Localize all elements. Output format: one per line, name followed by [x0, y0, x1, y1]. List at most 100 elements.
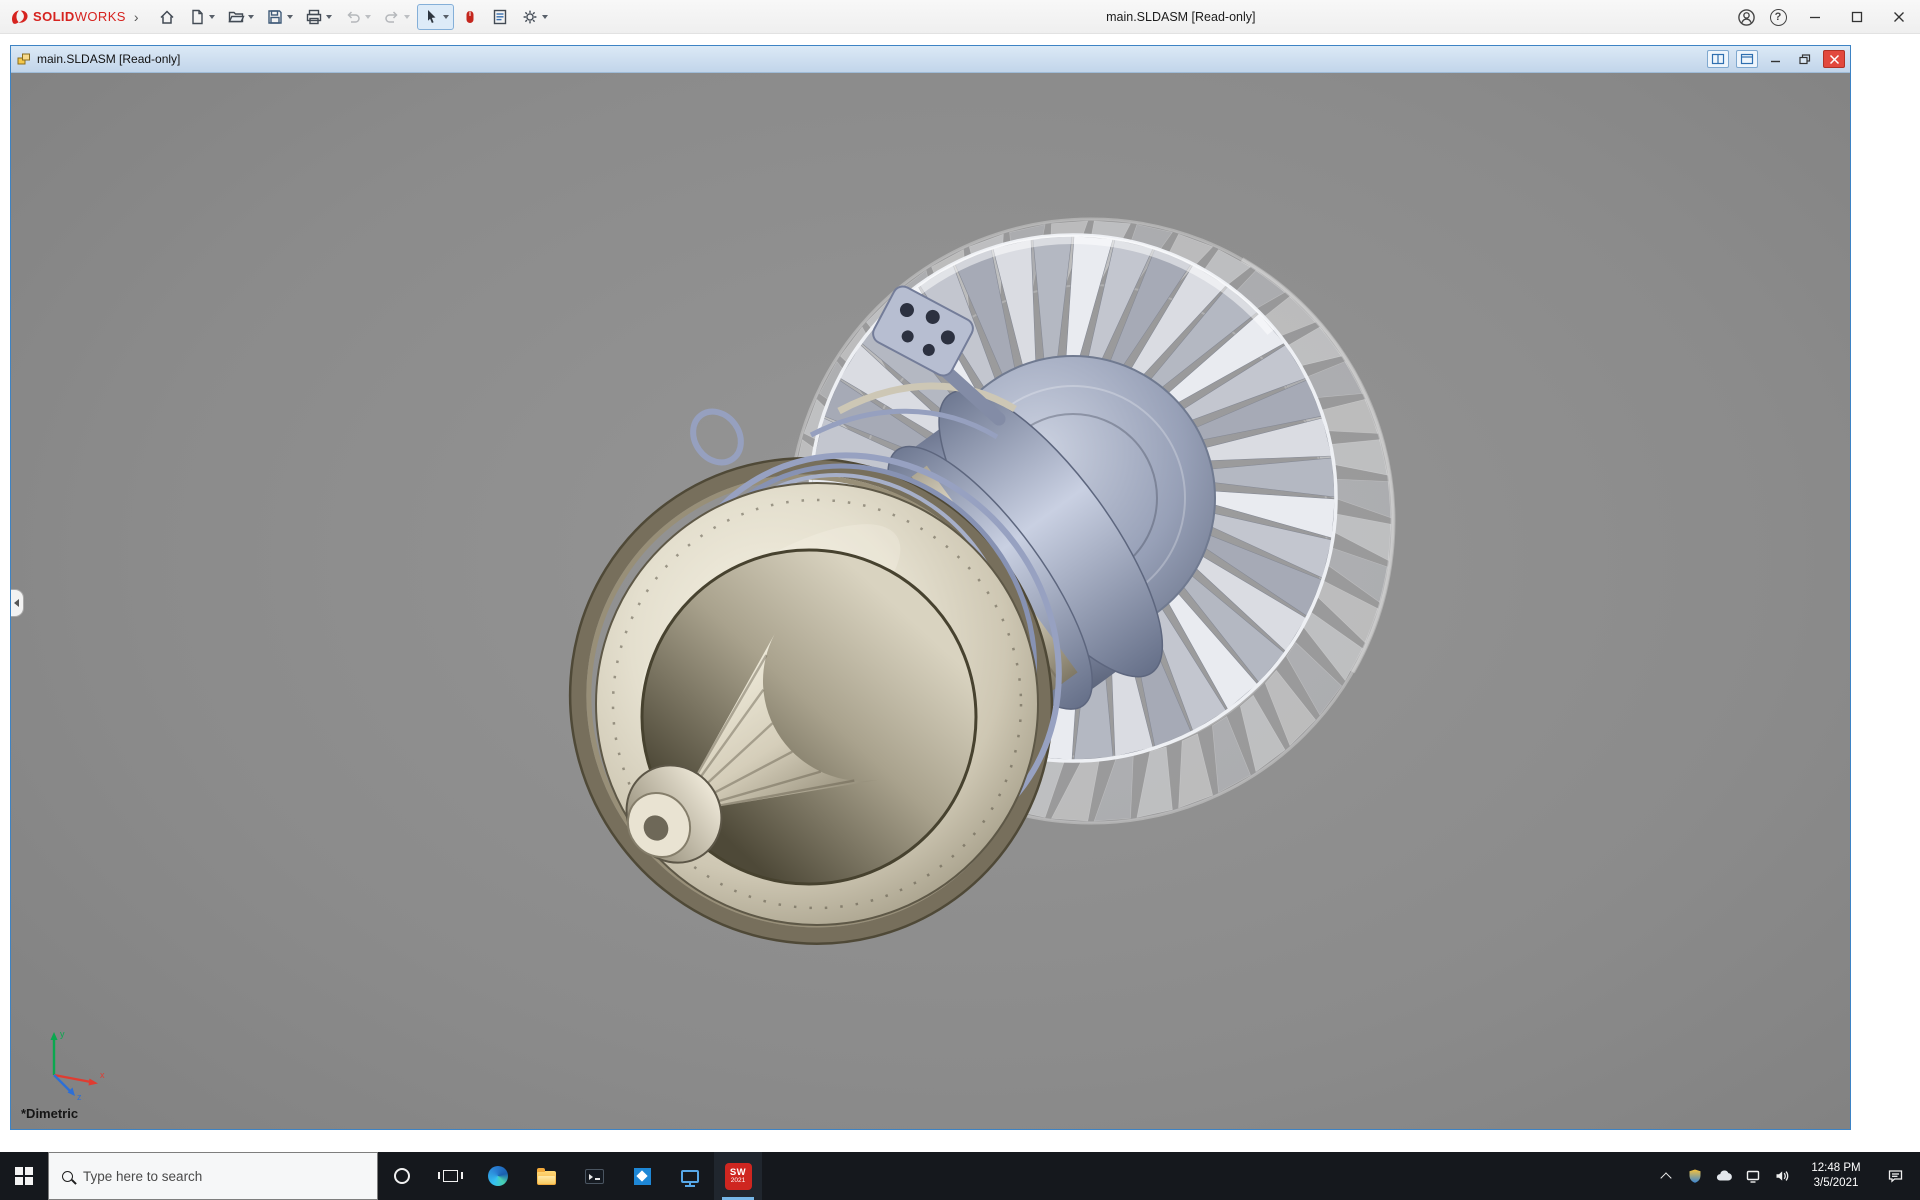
select-dropdown[interactable] [442, 14, 449, 19]
select-cursor-icon [427, 9, 436, 23]
redo-dropdown[interactable] [403, 14, 410, 19]
network-button[interactable] [1738, 1152, 1767, 1200]
maximize-button[interactable] [1836, 0, 1878, 34]
undo-dropdown[interactable] [364, 14, 371, 19]
taskbar-clock[interactable]: 12:48 PM 3/5/2021 [1796, 1161, 1876, 1191]
app-workspace: main.SLDASM [Read-only] y x z *Dimetric [0, 34, 1920, 1152]
search-icon [62, 1170, 73, 1182]
sw-badge-abbr: SW [729, 1166, 747, 1178]
open-folder-icon [227, 11, 245, 22]
file-properties-button[interactable] [486, 4, 514, 30]
gear-icon [523, 10, 536, 23]
options-button[interactable] [516, 4, 553, 30]
doc-minimize-icon [1771, 60, 1780, 63]
view-orientation-label: *Dimetric [21, 1106, 79, 1121]
taskbar-search[interactable]: Type here to search [48, 1152, 378, 1200]
window-icon [1740, 53, 1754, 65]
photos-icon [633, 1167, 651, 1185]
action-center-button[interactable] [1876, 1152, 1914, 1200]
doc-restore-icon [1799, 53, 1811, 64]
volume-icon [1776, 1171, 1788, 1181]
taskbar-spacer [762, 1152, 1651, 1200]
menu-expand-chevron[interactable]: › [126, 9, 147, 25]
brand-text-solid: SOLID [33, 8, 75, 24]
viewport-3d[interactable]: y x z *Dimetric [11, 73, 1850, 1129]
feature-tree-collapse-tab[interactable] [11, 589, 24, 617]
solidworks-taskbar-button[interactable]: SW 2021 [714, 1152, 762, 1200]
sw-badge-year: 2021 [730, 1177, 746, 1184]
home-button[interactable] [153, 4, 181, 30]
new-document-dropdown[interactable] [208, 14, 215, 19]
save-dropdown[interactable] [286, 14, 293, 19]
redo-icon [384, 10, 398, 23]
clock-time: 12:48 PM [1811, 1162, 1861, 1174]
security-shield-icon [1689, 1169, 1700, 1183]
mouse-gestures-button[interactable] [456, 4, 484, 30]
app-titlebar[interactable]: SOLIDWORKS › main.SLDASM [Read-only] ? [0, 0, 1920, 34]
windows-taskbar: Type here to search SW 2021 12:48 PM 3/5… [0, 1152, 1920, 1200]
redo-button[interactable] [378, 4, 415, 30]
account-button[interactable] [1730, 0, 1762, 34]
app-title: main.SLDASM [Read-only] [1106, 10, 1256, 24]
file-properties-icon [493, 9, 506, 24]
solidworks-logo: SOLIDWORKS [8, 6, 126, 28]
document-title: main.SLDASM [Read-only] [37, 52, 181, 66]
hidden-icons-button[interactable] [1651, 1152, 1680, 1200]
brand-text-works: WORKS [74, 8, 126, 24]
start-button[interactable] [0, 1152, 48, 1200]
cortana-icon [394, 1168, 410, 1184]
collapse-arrow-icon [14, 599, 19, 607]
document-titlebar[interactable]: main.SLDASM [Read-only] [11, 46, 1850, 73]
task-view-button[interactable] [426, 1152, 474, 1200]
orientation-triad: y x z [50, 1029, 105, 1101]
command-prompt-icon [584, 1168, 604, 1184]
select-button[interactable] [416, 3, 454, 30]
save-button[interactable] [261, 4, 298, 30]
print-button[interactable] [300, 4, 337, 30]
show-window-preview-button[interactable] [1707, 50, 1729, 68]
photos-button[interactable] [618, 1152, 666, 1200]
system-tray: 12:48 PM 3/5/2021 [1651, 1152, 1920, 1200]
security-shield-button[interactable] [1680, 1152, 1709, 1200]
onedrive-button[interactable] [1709, 1152, 1738, 1200]
home-icon [160, 9, 174, 24]
task-view-icon [437, 1170, 463, 1182]
document-close-button[interactable] [1823, 50, 1845, 68]
assembly-document-icon [17, 53, 30, 65]
edge-button[interactable] [474, 1152, 522, 1200]
triad-x-label: x [100, 1070, 105, 1080]
solidworks-app: SOLIDWORKS › main.SLDASM [Read-only] ? m… [0, 0, 1920, 1200]
quick-access-toolbar [153, 3, 553, 30]
ds-logo-icon [12, 10, 28, 24]
monitor-app-button[interactable] [666, 1152, 714, 1200]
help-icon: ? [1769, 8, 1787, 26]
action-center-icon [1888, 1170, 1902, 1183]
volume-button[interactable] [1767, 1152, 1796, 1200]
undo-button[interactable] [339, 4, 376, 30]
network-icon [1746, 1170, 1759, 1183]
open-dropdown[interactable] [247, 14, 254, 19]
new-window-button[interactable] [1736, 50, 1758, 68]
engine-model-3d [568, 217, 1396, 945]
open-button[interactable] [222, 4, 259, 30]
close-icon [1894, 12, 1904, 22]
file-explorer-icon [536, 1167, 556, 1185]
account-icon [1737, 8, 1755, 26]
close-button[interactable] [1878, 0, 1920, 34]
options-dropdown[interactable] [541, 14, 548, 19]
doc-close-icon [1829, 54, 1839, 64]
help-button[interactable]: ? [1762, 0, 1794, 34]
print-dropdown[interactable] [325, 14, 332, 19]
solidworks-taskbar-icon: SW 2021 [724, 1162, 752, 1190]
chevron-up-icon [1659, 1172, 1672, 1184]
cortana-button[interactable] [378, 1152, 426, 1200]
command-prompt-button[interactable] [570, 1152, 618, 1200]
triad-z-label: z [77, 1092, 82, 1101]
app-window-controls: ? [1730, 0, 1920, 34]
file-explorer-button[interactable] [522, 1152, 570, 1200]
document-restore-button[interactable] [1794, 50, 1816, 68]
monitor-app-icon [681, 1169, 699, 1183]
document-minimize-button[interactable] [1765, 50, 1787, 68]
new-document-button[interactable] [183, 4, 220, 30]
minimize-button[interactable] [1794, 0, 1836, 34]
